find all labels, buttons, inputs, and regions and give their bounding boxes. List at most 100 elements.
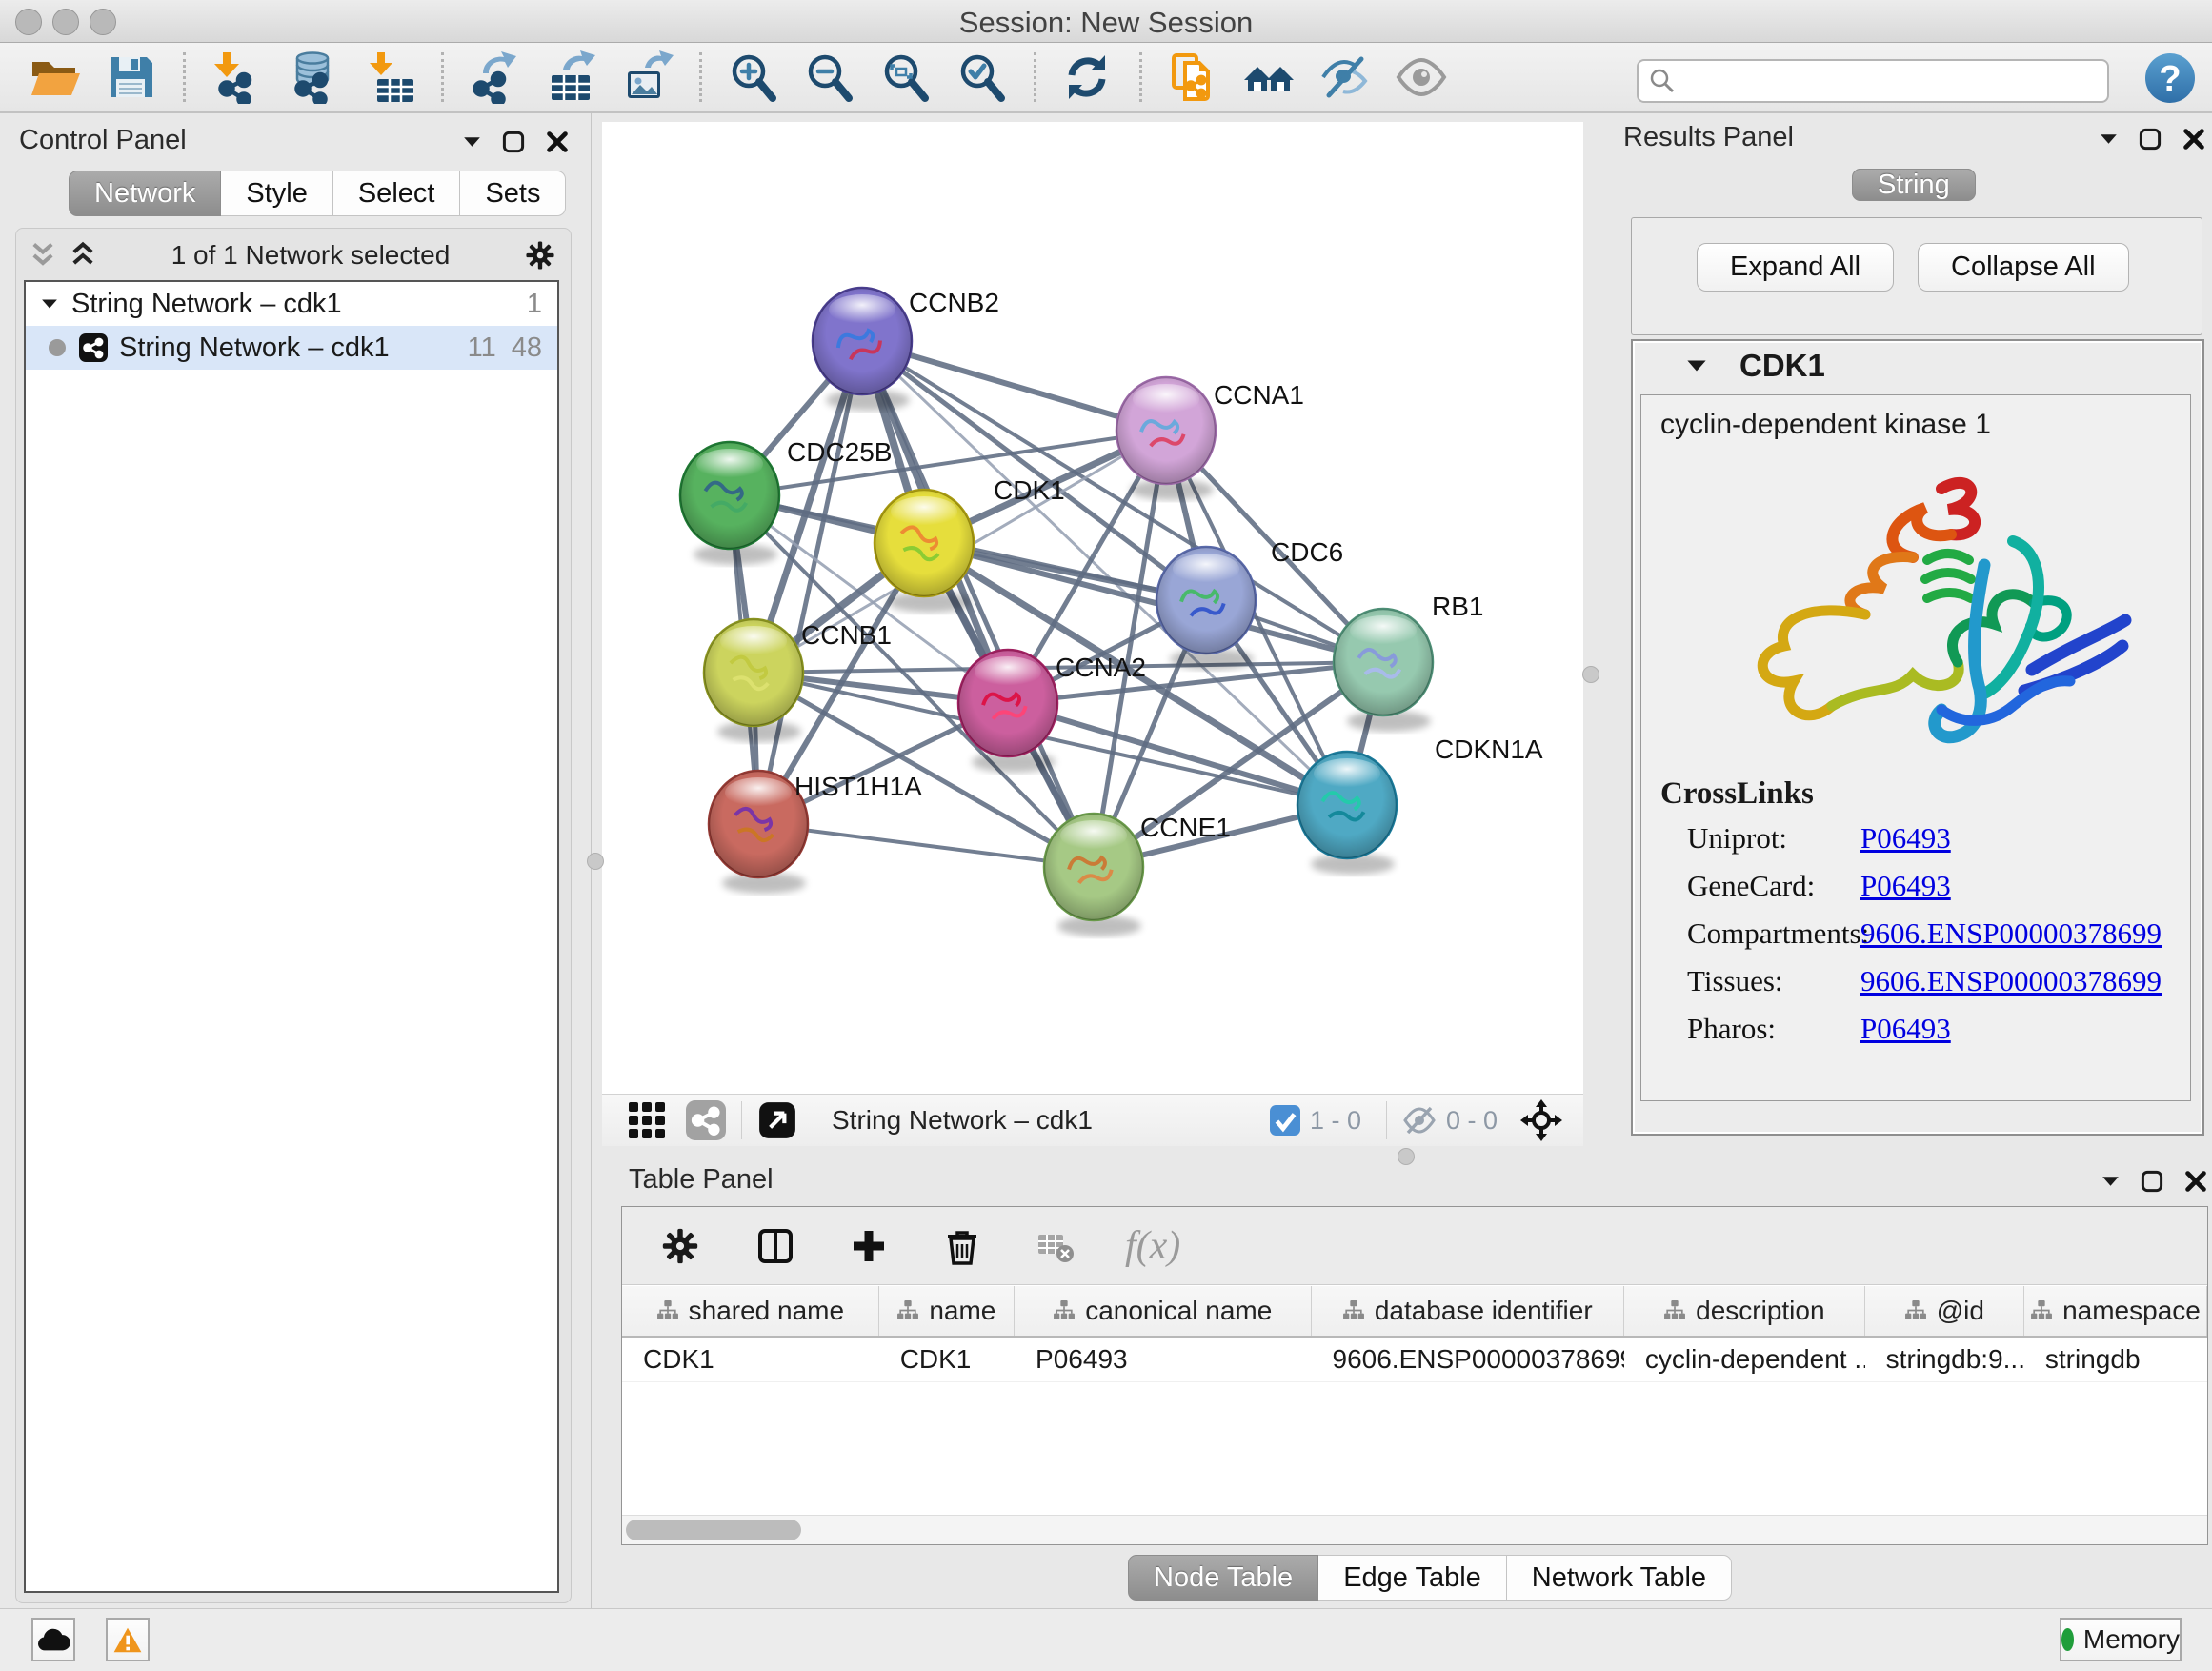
network-collection-row[interactable]: String Network – cdk1 1 — [26, 282, 557, 326]
crosslink-link[interactable]: P06493 — [1860, 821, 1951, 856]
cloud-status-button[interactable] — [31, 1618, 75, 1661]
crosslink-link[interactable]: 9606.ENSP00000378699 — [1860, 916, 2162, 951]
panel-menu-caret-icon[interactable] — [463, 136, 481, 148]
node-CDC25B[interactable]: CDC25B — [680, 437, 892, 565]
results-menu-caret-icon[interactable] — [2100, 133, 2118, 145]
node-CDK1[interactable]: CDK1 — [875, 475, 1065, 613]
create-column-button[interactable] — [848, 1224, 892, 1268]
column-header-namespace[interactable]: namespace — [2024, 1286, 2207, 1336]
collection-collapse-icon[interactable] — [41, 298, 58, 310]
network-row[interactable]: String Network – cdk1 11 48 — [26, 326, 557, 370]
pan-crosshair-icon[interactable] — [1520, 1099, 1562, 1141]
import-table-from-file-button[interactable] — [362, 50, 417, 105]
table-float-icon[interactable] — [2141, 1170, 2163, 1193]
tab-select[interactable]: Select — [333, 171, 461, 216]
zoom-in-button[interactable] — [726, 50, 781, 105]
show-columns-button[interactable] — [754, 1224, 798, 1268]
network-canvas[interactable]: CCNB2 CCNA1 CDC25B CDK1 CDC6 RB1 — [602, 122, 1583, 1094]
column-label: shared name — [689, 1296, 844, 1326]
first-neighbors-button[interactable] — [1242, 50, 1297, 105]
delete-table-button[interactable] — [1035, 1224, 1078, 1268]
column-header-shared-name[interactable]: shared name — [622, 1286, 879, 1336]
grid-view-icon[interactable] — [627, 1100, 667, 1140]
gene-header-row[interactable]: CDK1 — [1633, 341, 2202, 391]
collapse-all-networks-icon[interactable] — [70, 241, 96, 270]
tab-style[interactable]: Style — [221, 171, 332, 216]
export-image-button[interactable] — [620, 50, 675, 105]
open-file-button[interactable] — [28, 50, 83, 105]
table-panel: Table Panel f(x) shared namenamecanonica… — [602, 1157, 2212, 1608]
export-network-button[interactable] — [468, 50, 523, 105]
show-all-button[interactable] — [1395, 50, 1450, 105]
tab-sets[interactable]: Sets — [460, 171, 566, 216]
tab-string[interactable]: String — [1852, 169, 1976, 201]
table-options-button[interactable] — [661, 1224, 705, 1268]
tab-network-table[interactable]: Network Table — [1507, 1555, 1732, 1601]
crosslink-link[interactable]: 9606.ENSP00000378699 — [1860, 964, 2162, 998]
tab-node-table[interactable]: Node Table — [1128, 1555, 1318, 1601]
tab-network[interactable]: Network — [69, 171, 221, 216]
crosslink-label: Pharos: — [1687, 1012, 1860, 1046]
crosslinks-title: CrossLinks — [1660, 776, 1814, 812]
selected-checkbox-icon[interactable] — [1270, 1105, 1300, 1136]
table-toolbar: f(x) — [622, 1207, 2207, 1285]
warning-status-button[interactable] — [106, 1618, 150, 1661]
tab-edge-table[interactable]: Edge Table — [1318, 1555, 1507, 1601]
cell-name[interactable]: CDK1 — [879, 1338, 1015, 1381]
left-splitter-handle[interactable] — [587, 853, 604, 870]
cell-@id[interactable]: stringdb:9... — [1865, 1338, 2024, 1381]
hide-selection-button[interactable] — [1318, 50, 1374, 105]
node-CDKN1A[interactable]: CDKN1A — [1297, 735, 1543, 875]
cell-namespace[interactable]: stringdb — [2024, 1338, 2207, 1381]
crosslink-link[interactable]: P06493 — [1860, 869, 1951, 903]
cell-database-identifier[interactable]: 9606.ENSP00000378699 — [1312, 1338, 1624, 1381]
export-table-button[interactable] — [544, 50, 599, 105]
column-header-@id[interactable]: @id — [1865, 1286, 2024, 1336]
delete-column-button[interactable] — [941, 1224, 985, 1268]
right-splitter-handle[interactable] — [1582, 666, 1599, 683]
bottom-splitter-handle[interactable] — [1398, 1148, 1415, 1165]
crosslink-label: Tissues: — [1687, 964, 1860, 998]
table-close-icon[interactable] — [2184, 1170, 2207, 1193]
network-view-share-icon[interactable] — [686, 1100, 726, 1140]
crosslink-link[interactable]: P06493 — [1860, 1012, 1951, 1046]
save-session-button[interactable] — [104, 50, 159, 105]
search-input[interactable] — [1682, 66, 2107, 97]
memory-button[interactable]: Memory — [2060, 1618, 2182, 1661]
close-panel-icon[interactable] — [546, 131, 569, 153]
table-menu-caret-icon[interactable] — [2101, 1176, 2120, 1187]
table-row[interactable]: CDK1CDK1P064939606.ENSP00000378699cyclin… — [622, 1338, 2207, 1382]
warning-icon — [112, 1626, 143, 1654]
network-options-gear-icon[interactable] — [525, 240, 555, 271]
results-float-icon[interactable] — [2139, 128, 2162, 151]
column-header-name[interactable]: name — [879, 1286, 1015, 1336]
expand-all-button[interactable]: Expand All — [1697, 243, 1894, 292]
column-header-canonical-name[interactable]: canonical name — [1015, 1286, 1312, 1336]
function-builder-button[interactable]: f(x) — [1125, 1223, 1180, 1269]
expand-all-networks-icon[interactable] — [30, 241, 56, 270]
float-panel-icon[interactable] — [502, 131, 525, 153]
update-network-button[interactable] — [1060, 50, 1116, 105]
node-CCNE1[interactable]: CCNE1 — [1044, 813, 1231, 936]
new-network-from-selection-button[interactable] — [1166, 50, 1221, 105]
results-close-icon[interactable] — [2182, 128, 2205, 151]
zoom-selected-button[interactable] — [955, 50, 1010, 105]
zoom-out-button[interactable] — [802, 50, 857, 105]
import-network-from-file-button[interactable] — [210, 50, 265, 105]
gene-collapse-icon[interactable] — [1686, 359, 1707, 372]
node-RB1[interactable]: RB1 — [1334, 592, 1483, 732]
node-CCNB2[interactable]: CCNB2 — [813, 288, 999, 411]
column-header-description[interactable]: description — [1624, 1286, 1865, 1336]
cell-canonical-name[interactable]: P06493 — [1015, 1338, 1311, 1381]
help-button[interactable]: ? — [2145, 53, 2195, 103]
node-attribute-icon — [1904, 1299, 1927, 1322]
zoom-fit-button[interactable] — [878, 50, 934, 105]
birds-eye-view-icon[interactable] — [757, 1100, 797, 1140]
scrollbar-thumb[interactable] — [626, 1520, 801, 1540]
cell-shared-name[interactable]: CDK1 — [622, 1338, 879, 1381]
cell-description[interactable]: cyclin-dependent ... — [1624, 1338, 1865, 1381]
node-CCNA1[interactable]: CCNA1 — [1116, 377, 1304, 500]
collapse-all-button[interactable]: Collapse All — [1918, 243, 2129, 292]
import-network-from-database-button[interactable] — [286, 50, 341, 105]
column-header-database-identifier[interactable]: database identifier — [1312, 1286, 1624, 1336]
